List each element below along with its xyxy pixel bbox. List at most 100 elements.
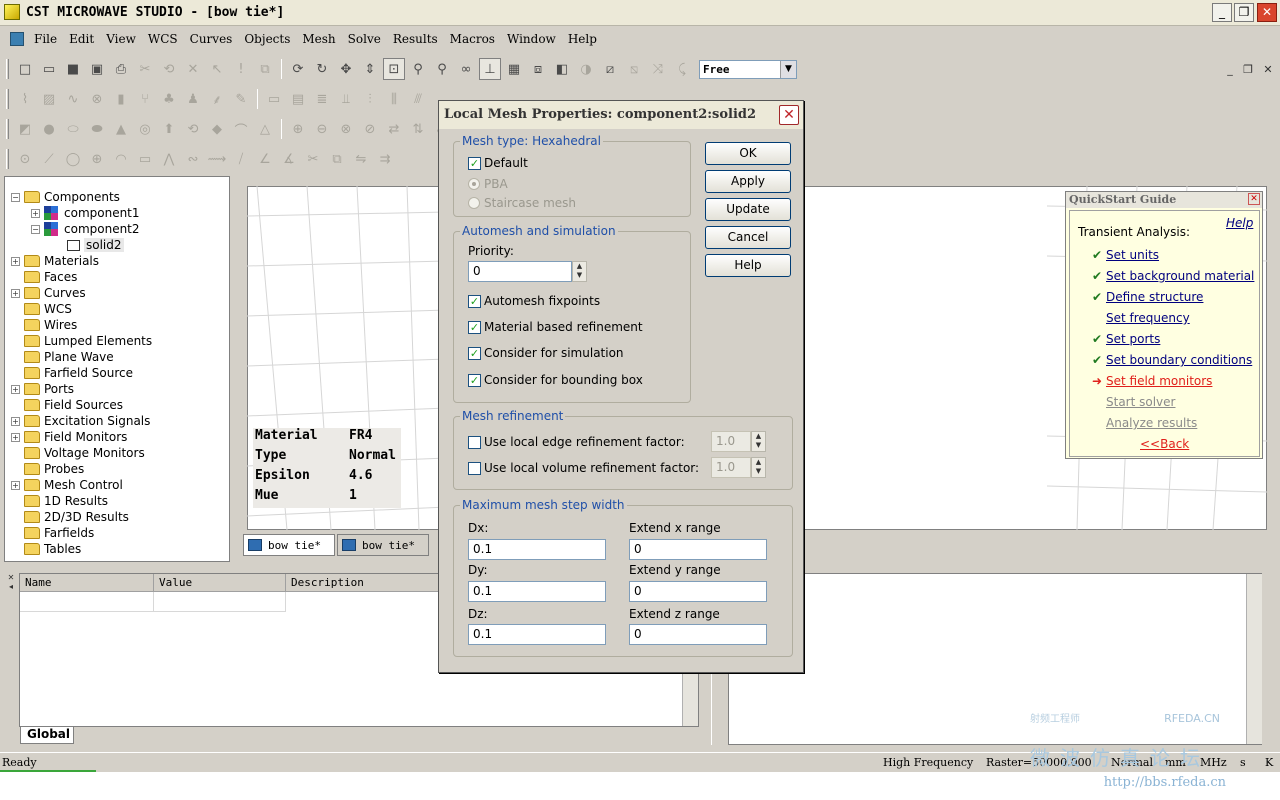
tree-item-excitation-signals[interactable]: + Excitation Signals — [11, 413, 150, 429]
checkbox-icon[interactable] — [468, 461, 481, 475]
line-icon[interactable]: ⟋ — [38, 148, 60, 170]
trace-icon[interactable]: ⟿ — [206, 148, 228, 170]
layers-icon[interactable]: ≣ — [311, 88, 333, 110]
circle-center-icon[interactable]: ⊕ — [86, 148, 108, 170]
wave-icon[interactable]: ∿ — [62, 88, 84, 110]
rectangle-icon[interactable]: ▭ — [134, 148, 156, 170]
tree-item-curves[interactable]: + Curves — [11, 285, 86, 301]
new-file-icon[interactable]: □ — [14, 58, 36, 80]
save-icon[interactable]: ■ — [62, 58, 84, 80]
macro-icon[interactable]: ⧉ — [254, 58, 276, 80]
print-icon[interactable]: ⎙ — [110, 58, 132, 80]
cancel-button[interactable]: Cancel — [705, 226, 791, 249]
check-icon[interactable]: ✓ — [468, 346, 481, 360]
cone-icon[interactable]: ▲ — [110, 118, 132, 140]
extrude-icon[interactable]: ⬆ — [158, 118, 180, 140]
energy-icon[interactable]: ⫼ — [383, 88, 405, 110]
pin-icon[interactable]: ♟ — [182, 88, 204, 110]
boolean-subtract-icon[interactable]: ⊖ — [311, 118, 333, 140]
wcs-rotate-icon[interactable]: ⤹ — [671, 58, 693, 80]
tree-item-probes[interactable]: Probes — [24, 461, 84, 477]
tree-item-materials[interactable]: + Materials — [11, 253, 99, 269]
spin-down-icon[interactable]: ▼ — [573, 271, 586, 280]
tree-item-1d-results[interactable]: 1D Results — [24, 493, 108, 509]
consider-simulation-checkbox[interactable]: ✓ Consider for simulation — [468, 346, 624, 360]
arc-icon[interactable]: ◠ — [110, 148, 132, 170]
menu-mesh[interactable]: Mesh — [296, 32, 341, 46]
tab-bow-tie-2[interactable]: bow tie* — [337, 534, 429, 556]
step-define-structure[interactable]: Define structure — [1106, 290, 1203, 304]
step-set-frequency[interactable]: Set frequency — [1106, 311, 1190, 325]
minimize-button[interactable]: _ — [1212, 3, 1232, 22]
menu-edit[interactable]: Edit — [63, 32, 100, 46]
check-icon[interactable]: ✓ — [468, 294, 481, 308]
dynamic-zoom-icon[interactable]: ⇕ — [359, 58, 381, 80]
menu-solve[interactable]: Solve — [342, 32, 387, 46]
checkbox-icon[interactable] — [468, 435, 481, 449]
document-icon[interactable] — [10, 32, 24, 46]
voltage-icon[interactable]: ⫻ — [407, 88, 429, 110]
dx-input[interactable]: 0.1 — [468, 539, 606, 560]
update-button[interactable]: Update — [705, 198, 791, 221]
priority-input[interactable]: 0 — [468, 261, 572, 282]
help-button[interactable]: Help — [705, 254, 791, 277]
priority-stepper[interactable]: ▲ ▼ — [572, 261, 587, 282]
scissors-icon[interactable]: ✂ — [302, 148, 324, 170]
tree-item-component2[interactable]: − component2 — [31, 221, 140, 237]
table-row[interactable] — [20, 592, 154, 612]
menu-macros[interactable]: Macros — [444, 32, 501, 46]
tree-item-lumped-elements[interactable]: Lumped Elements — [24, 333, 152, 349]
dialog-title[interactable]: Local Mesh Properties: component2:solid2 — [439, 101, 803, 129]
mdi-restore-button[interactable]: ❐ — [1240, 63, 1256, 77]
dz-input[interactable]: 0.1 — [468, 624, 606, 645]
rotate-icon[interactable]: ⟲ — [182, 118, 204, 140]
rotate-view-icon[interactable]: ⟳ — [287, 58, 309, 80]
pan-icon[interactable]: ✥ — [335, 58, 357, 80]
elliptic-cylinder-icon[interactable]: ⬬ — [86, 118, 108, 140]
ok-button[interactable]: OK — [705, 142, 791, 165]
tree-item-wcs[interactable]: WCS — [24, 301, 72, 317]
tree-item-ports[interactable]: + Ports — [11, 381, 74, 397]
grid-icon[interactable]: ▦ — [503, 58, 525, 80]
tab-global[interactable]: Global — [20, 727, 74, 744]
tree-item-solid2[interactable]: solid2 — [67, 237, 124, 253]
check-icon[interactable]: ✓ — [468, 320, 481, 334]
mdi-close-button[interactable]: ✕ — [1260, 63, 1276, 77]
cut-icon[interactable]: ✂ — [134, 58, 156, 80]
loft-icon[interactable]: ◆ — [206, 118, 228, 140]
tree-item-voltage-monitors[interactable]: Voltage Monitors — [24, 445, 145, 461]
save-all-icon[interactable]: ▣ — [86, 58, 108, 80]
mdi-minimize-button[interactable]: _ — [1222, 63, 1238, 77]
scrollbar[interactable] — [1246, 574, 1262, 744]
navigation-tree[interactable]: − Components + component1 − component2 soli… — [4, 176, 230, 562]
open-folder-icon[interactable]: ▭ — [38, 58, 60, 80]
step-set-ports[interactable]: Set ports — [1106, 332, 1160, 346]
mode-combo[interactable]: Free ▼ — [699, 59, 797, 79]
tree-item-components[interactable]: − Components — [11, 189, 120, 205]
toolbar-grip[interactable] — [6, 119, 9, 139]
boolean-insert-icon[interactable]: ⊘ — [359, 118, 381, 140]
plot-1d-icon[interactable]: ⌇ — [14, 88, 36, 110]
toolbar-grip[interactable] — [6, 89, 9, 109]
transform-icon[interactable]: ⇄ — [383, 118, 405, 140]
default-checkbox[interactable]: ✓ Default — [468, 156, 528, 170]
curve-extrude-icon[interactable]: △ — [254, 118, 276, 140]
maximize-button[interactable]: ❐ — [1234, 3, 1254, 22]
pen-icon[interactable]: ✎ — [230, 88, 252, 110]
boolean-add-icon[interactable]: ⊕ — [287, 118, 309, 140]
menu-file[interactable]: File — [28, 32, 63, 46]
extend-x-input[interactable]: 0 — [629, 539, 767, 560]
tree-item-2d3d-results[interactable]: 2D/3D Results — [24, 509, 129, 525]
tree-item-farfields[interactable]: Farfields — [24, 525, 94, 541]
history-icon[interactable]: ⟲ — [158, 58, 180, 80]
close-icon[interactable]: ✕ — [1248, 193, 1260, 205]
shift-icon[interactable]: ⇉ — [374, 148, 396, 170]
table-row[interactable] — [154, 592, 286, 612]
polyline-icon[interactable]: ⋀ — [158, 148, 180, 170]
step-set-field-monitors[interactable]: Set field monitors — [1106, 374, 1212, 388]
step-set-background-material[interactable]: Set background material — [1106, 269, 1254, 283]
align-icon[interactable]: ⇅ — [407, 118, 429, 140]
shade-icon[interactable]: ◑ — [575, 58, 597, 80]
extend-y-input[interactable]: 0 — [629, 581, 767, 602]
brush-icon[interactable]: ⸙ — [206, 88, 228, 110]
